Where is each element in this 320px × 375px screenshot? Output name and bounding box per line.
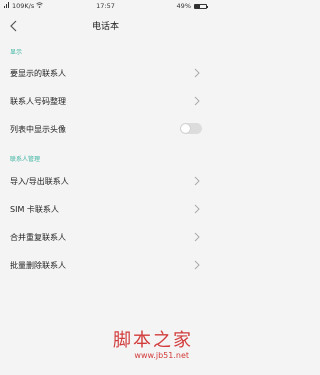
section-label-display: 显示 <box>10 49 23 56</box>
row-number-organize[interactable]: 联系人号码整理 <box>0 88 211 115</box>
row-show-avatars: 列表中显示头像 <box>0 116 211 143</box>
watermark-url: www.jb51.net <box>134 351 189 360</box>
row-label: 批量删除联系人 <box>10 261 66 270</box>
row-label: 导入/导出联系人 <box>10 177 69 186</box>
row-merge-duplicates[interactable]: 合并重复联系人 <box>0 224 211 251</box>
row-label: 联系人号码整理 <box>10 97 66 106</box>
show-avatars-toggle[interactable] <box>180 123 202 134</box>
page-title: 电话本 <box>91 22 119 32</box>
battery-icon <box>194 3 208 9</box>
toggle-knob <box>181 124 190 133</box>
chevron-right-icon <box>194 204 200 214</box>
watermark-logo: 脚本之家 <box>113 330 193 351</box>
status-right: 49% <box>176 2 208 10</box>
chevron-right-icon <box>194 260 200 270</box>
chevron-right-icon <box>194 232 200 242</box>
battery-fill <box>195 4 201 8</box>
row-sim-contacts[interactable]: SIM 卡联系人 <box>0 196 211 223</box>
chevron-right-icon <box>194 96 200 106</box>
chevron-right-icon <box>194 176 200 186</box>
battery-percent: 49% <box>176 2 191 10</box>
section-label-contact-management: 联系人管理 <box>10 156 41 163</box>
row-label: 合并重复联系人 <box>10 233 66 242</box>
row-import-export[interactable]: 导入/导出联系人 <box>0 168 211 195</box>
row-label: 要显示的联系人 <box>10 69 66 78</box>
row-label: SIM 卡联系人 <box>10 205 59 214</box>
row-batch-delete[interactable]: 批量删除联系人 <box>0 252 211 279</box>
row-label: 列表中显示头像 <box>10 125 66 134</box>
title-bar: 电话本 <box>0 12 211 38</box>
status-bar: 109K/s 17:57 49% <box>0 0 211 12</box>
row-contacts-to-display[interactable]: 要显示的联系人 <box>0 60 211 87</box>
chevron-right-icon <box>194 68 200 78</box>
